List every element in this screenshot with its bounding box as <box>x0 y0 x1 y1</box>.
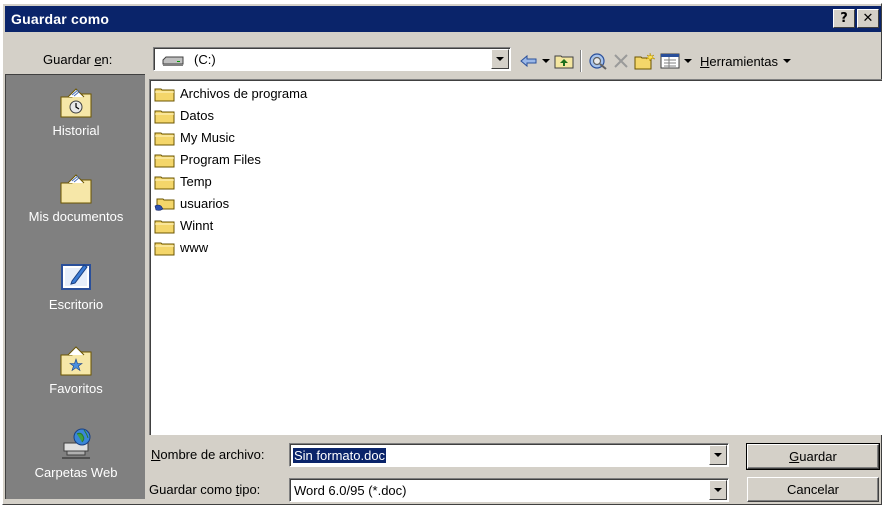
dialog-title: Guardar como <box>11 11 110 27</box>
help-button[interactable]: ? <box>833 9 855 28</box>
place-favorites[interactable]: Favoritos <box>6 345 146 396</box>
tools-menu-button[interactable]: Herramientas <box>700 50 792 72</box>
filename-value: Sin formato.doc <box>293 448 387 463</box>
list-item[interactable]: Datos <box>154 105 214 126</box>
file-name: Temp <box>180 174 212 189</box>
close-button[interactable]: ✕ <box>857 9 879 28</box>
back-button[interactable] <box>519 50 550 72</box>
search-web-button[interactable] <box>588 50 608 72</box>
chevron-down-icon <box>542 59 550 63</box>
cancel-button[interactable]: Cancelar <box>747 477 879 502</box>
my-documents-icon <box>60 174 92 204</box>
chevron-down-icon <box>496 57 504 61</box>
filename-label: Nombre de archivo: <box>151 447 265 462</box>
filetype-select[interactable]: Word 6.0/95 (*.doc) <box>289 478 729 502</box>
shared-folder-icon <box>154 196 176 212</box>
views-icon <box>660 53 680 69</box>
file-name: My Music <box>180 130 235 145</box>
list-item[interactable]: Winnt <box>154 215 213 236</box>
save-in-combo[interactable]: (C:) <box>153 47 511 71</box>
web-folders-icon <box>62 428 91 459</box>
folder-icon <box>154 152 176 168</box>
folder-icon <box>154 174 176 190</box>
list-item[interactable]: Program Files <box>154 149 261 170</box>
folder-icon <box>154 218 176 234</box>
folder-icon <box>154 130 176 146</box>
filetype-label: Guardar como tipo: <box>149 482 261 497</box>
place-label: Favoritos <box>49 381 103 396</box>
title-bar[interactable]: Guardar como ? ✕ <box>5 6 881 32</box>
place-web-folders[interactable]: Carpetas Web <box>6 427 146 480</box>
history-icon <box>60 88 92 118</box>
chevron-down-icon <box>684 59 692 63</box>
place-history[interactable]: Historial <box>6 87 146 138</box>
list-item[interactable]: My Music <box>154 127 235 148</box>
filename-input[interactable]: Sin formato.doc <box>289 443 729 467</box>
file-name: Winnt <box>180 218 214 233</box>
file-name: Datos <box>180 108 214 123</box>
list-item[interactable]: Archivos de programa <box>154 83 307 104</box>
place-desktop[interactable]: Escritorio <box>6 259 146 312</box>
filename-dropdown-button[interactable] <box>709 445 727 465</box>
place-label: Mis documentos <box>28 209 124 224</box>
folder-icon <box>154 108 176 124</box>
delete-button[interactable] <box>612 50 630 72</box>
places-bar: Historial Mis documentos Escritorio Favo… <box>5 74 145 499</box>
up-one-level-button[interactable] <box>554 50 574 72</box>
folder-icon <box>154 240 176 256</box>
place-label: Carpetas Web <box>34 465 118 480</box>
file-name: Program Files <box>180 152 261 167</box>
back-arrow-icon <box>520 54 537 68</box>
file-list[interactable]: Archivos de programa Datos My Music Prog… <box>149 79 882 435</box>
file-name: www <box>180 240 209 255</box>
chevron-down-icon <box>714 488 722 492</box>
save-in-label: Guardar en: <box>43 52 113 67</box>
new-folder-button[interactable] <box>634 50 656 72</box>
folder-icon <box>154 86 176 102</box>
file-name: Archivos de programa <box>180 86 308 101</box>
new-folder-icon <box>634 52 656 70</box>
place-label: Escritorio <box>48 297 104 312</box>
views-button[interactable] <box>660 50 692 72</box>
place-my-documents[interactable]: Mis documentos <box>6 173 146 224</box>
list-item[interactable]: Temp <box>154 171 212 192</box>
save-button[interactable]: Guardar <box>746 443 880 470</box>
save-in-value: (C:) <box>194 52 216 67</box>
save-as-dialog: Guardar como ? ✕ Guardar en: (C:) Herram… <box>2 3 882 505</box>
up-folder-icon <box>554 55 574 69</box>
favorites-icon <box>60 346 92 376</box>
list-item[interactable]: www <box>154 237 208 258</box>
filetype-value: Word 6.0/95 (*.doc) <box>294 483 407 498</box>
desktop-icon <box>61 264 91 290</box>
toolbar: Herramientas <box>519 48 792 74</box>
delete-icon <box>614 54 628 68</box>
tools-menu-label: Herramientas <box>700 53 779 69</box>
search-web-icon <box>589 53 607 70</box>
chevron-down-icon <box>714 453 722 457</box>
chevron-down-icon <box>783 59 792 63</box>
place-label: Historial <box>52 123 100 138</box>
drive-icon <box>162 55 184 70</box>
file-name: usuarios <box>180 196 230 211</box>
list-item[interactable]: usuarios <box>154 193 229 214</box>
save-in-dropdown-button[interactable] <box>491 49 509 69</box>
filetype-dropdown-button[interactable] <box>709 480 727 500</box>
toolbar-separator <box>580 50 582 72</box>
